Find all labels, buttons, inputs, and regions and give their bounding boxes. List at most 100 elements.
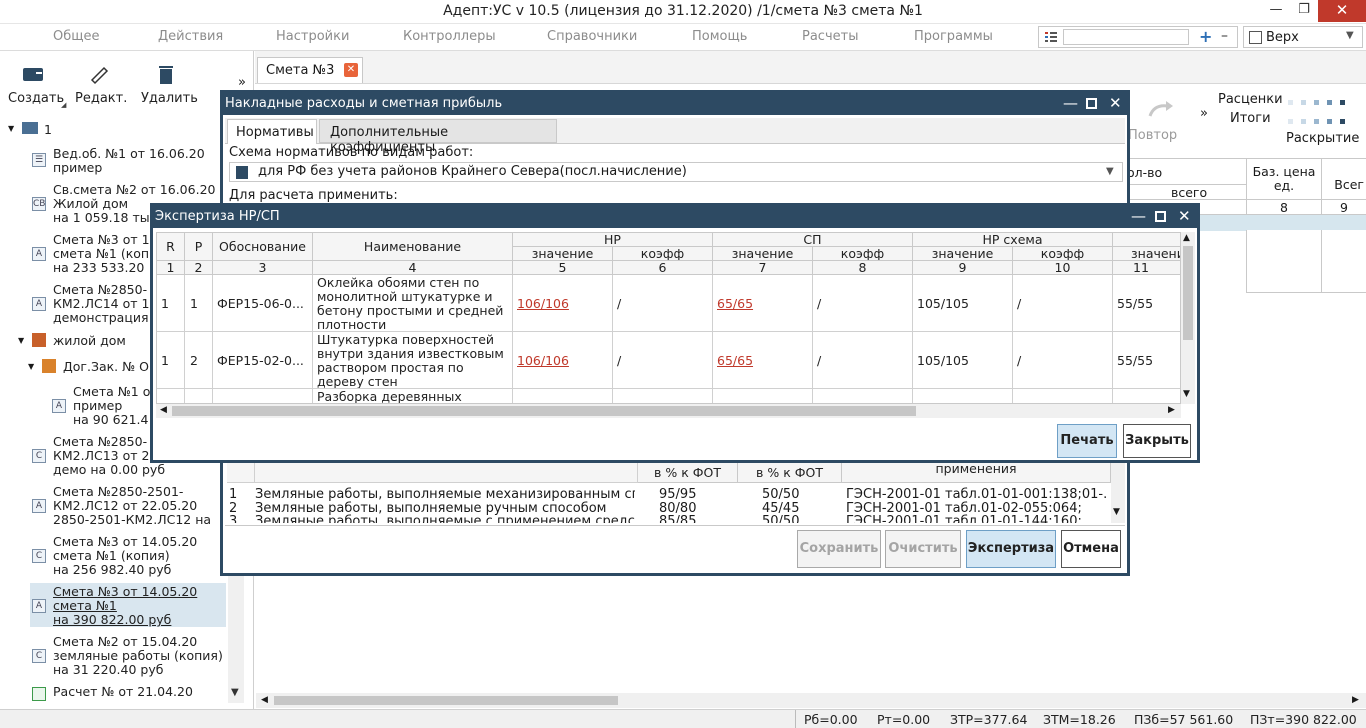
save-button[interactable]: Сохранить (797, 530, 881, 568)
list-icon (1044, 30, 1058, 44)
expand-arrow-icon[interactable]: ▼ (18, 336, 24, 345)
minimize-button[interactable]: — (1262, 2, 1290, 17)
scroll-right-arrow-icon[interactable]: ▶ (1352, 695, 1359, 705)
tree-item-selected[interactable]: Смета №3 от 14.05.20 смета №1 на 390 822.0… (53, 585, 197, 627)
tab-estimate[interactable]: Смета №3 ✕ (257, 57, 363, 83)
scheme-select-value: для РФ без учета районов Крайнего Севера… (258, 164, 687, 179)
clear-button[interactable]: Очистить (885, 530, 961, 568)
scroll-thumb[interactable] (1183, 246, 1193, 340)
dialog-maximize-button[interactable] (1086, 98, 1097, 109)
cancel-button[interactable]: Отмена (1061, 530, 1121, 568)
prices-label[interactable]: Расценки (1218, 92, 1283, 107)
scroll-thumb[interactable] (274, 696, 618, 705)
contract-icon (42, 359, 56, 373)
right-toolbar-more[interactable]: » (1200, 106, 1208, 121)
scroll-up-arrow-icon[interactable]: ▲ (1183, 233, 1190, 243)
tree-item[interactable]: Смета №1 о пример на 90 621.4 (73, 385, 150, 427)
calculation-icon (32, 687, 46, 701)
profit-value-link[interactable]: 65/65 (713, 332, 813, 389)
title-bar: Адепт:УС v 10.5 (лицензия до 31.12.2020)… (0, 0, 1366, 24)
tree-item[interactable]: Смета №2850- КМ2.ЛС13 от 2 демо на 0.00 ру… (53, 435, 165, 477)
tree-item-contract[interactable]: Дог.Зак. № О (63, 360, 149, 374)
menu-controllers[interactable]: Контроллеры (403, 29, 496, 44)
menu-calculations[interactable]: Расчеты (802, 29, 858, 44)
delete-button[interactable]: Удалить (141, 91, 198, 106)
dialog-minimize-button[interactable]: — (1063, 94, 1078, 112)
scroll-thumb[interactable] (172, 406, 916, 416)
menu-help[interactable]: Помощь (692, 29, 747, 44)
scroll-down-arrow-icon[interactable]: ▼ (231, 687, 239, 698)
scroll-left-arrow-icon[interactable]: ◀ (160, 405, 167, 415)
expertise-horizontal-scrollbar[interactable]: ◀ ▶ (156, 404, 1181, 418)
dialog-close-button[interactable]: ✕ (1178, 207, 1191, 225)
trash-icon (155, 63, 179, 85)
name-cell[interactable]: Разборка деревянных (313, 389, 513, 403)
expertise-vertical-scrollbar[interactable]: ▲ ▼ (1181, 232, 1195, 404)
basis-cell[interactable]: ФЕР15-02-0... (213, 332, 313, 389)
expertise-button[interactable]: Экспертиза (966, 530, 1056, 568)
col-apply: применения (842, 461, 1111, 483)
maximize-button[interactable]: ❐ (1290, 2, 1318, 17)
print-button[interactable]: Печать (1057, 424, 1117, 458)
tab-extra-coefficients[interactable]: Дополнительные коэффициенты (319, 119, 557, 155)
expertise-grid: R P Обоснование Наименование НР СП НР сх… (156, 232, 1181, 404)
name-cell[interactable]: Штукатурка поверхностей внутри здания из… (313, 332, 513, 389)
tree-item[interactable]: Смета №3 от 1 смета №1 (копи на 233 533.20 (53, 233, 157, 275)
chevron-down-icon: ▼ (1106, 166, 1114, 177)
search-remove-button[interactable]: – (1221, 28, 1228, 44)
scroll-down-arrow-icon[interactable]: ▼ (1113, 507, 1120, 517)
tree-item-building[interactable]: жилой дом (53, 334, 126, 348)
table-row[interactable]: Земляные работы, выполняемые механизиров… (255, 487, 635, 502)
tab-norms[interactable]: Нормативы (227, 119, 317, 144)
overhead-value-link[interactable]: 106/106 (513, 275, 613, 332)
edit-button[interactable]: Редакт. (75, 91, 127, 106)
dialog-maximize-button[interactable] (1155, 211, 1166, 222)
norms-scrollbar[interactable]: ▼ (1111, 461, 1125, 523)
name-cell[interactable]: Оклейка обоями стен по монолитной штукат… (313, 275, 513, 332)
tree-item[interactable]: Смета №2850- КМ2.ЛС14 от 1 демонстрация (53, 283, 149, 325)
search-input[interactable] (1063, 29, 1189, 45)
col-r: R (157, 233, 185, 261)
tree-item[interactable]: Смета №2 от 15.04.20 земляные работы (коп… (53, 635, 223, 677)
search-box: + – (1038, 26, 1238, 48)
scroll-down-arrow-icon[interactable]: ▼ (1183, 389, 1190, 399)
close-button[interactable]: Закрыть (1123, 424, 1191, 458)
menu-general[interactable]: Общее (53, 29, 100, 44)
dialog-minimize-button[interactable]: — (1131, 207, 1146, 225)
col-group-sp: СП (713, 233, 913, 247)
toolbar-more-button[interactable]: » (238, 75, 246, 90)
tab-close-icon[interactable]: ✕ (344, 63, 358, 77)
position-select[interactable]: Верх ▼ (1243, 26, 1363, 48)
tree-item[interactable]: Смета №2850-2501- КМ2.ЛС12 от 22.05.20 285… (53, 485, 211, 527)
expand-label[interactable]: Раскрытие (1286, 131, 1359, 146)
scroll-right-arrow-icon[interactable]: ▶ (1168, 405, 1175, 415)
window-close-button[interactable]: ✕ (1318, 0, 1366, 22)
main-horizontal-scrollbar[interactable]: ◀ ▶ (256, 693, 1366, 708)
expand-arrow-icon[interactable]: ▼ (8, 124, 14, 133)
col-group-nr: НР (513, 233, 713, 247)
create-button[interactable]: Создать (8, 91, 64, 106)
estimate-icon: A (32, 599, 46, 613)
overhead-value-link[interactable]: 106/106 (513, 332, 613, 389)
menu-actions[interactable]: Действия (158, 29, 223, 44)
basis-cell[interactable]: ФЕР15-06-0... (213, 275, 313, 332)
menu-references[interactable]: Справочники (547, 29, 637, 44)
chevron-down-icon: ▼ (1346, 30, 1354, 41)
expand-arrow-icon[interactable]: ▼ (28, 362, 34, 371)
tree-item[interactable]: Расчет № от 21.04.20 (53, 685, 193, 699)
scheme-select[interactable]: для РФ без учета районов Крайнего Севера… (229, 162, 1123, 182)
status-rb: Рб=0.00 (804, 712, 858, 727)
profit-value-link[interactable]: 65/65 (713, 275, 813, 332)
scroll-left-arrow-icon[interactable]: ◀ (261, 695, 268, 705)
dialog-close-button[interactable]: ✕ (1109, 94, 1122, 112)
menu-settings[interactable]: Настройки (276, 29, 349, 44)
table-row-partial[interactable]: 3 Земляные работы, выполняемые с примене… (225, 514, 1111, 523)
tree-item-root[interactable]: 1 (44, 123, 52, 137)
tree-item[interactable]: Вед.об. №1 от 16.06.20 пример (53, 147, 205, 175)
totals-label[interactable]: Итоги (1230, 111, 1271, 126)
search-add-button[interactable]: + (1199, 27, 1212, 46)
tree-item[interactable]: Смета №3 от 14.05.20 смета №1 (копия) на 2… (53, 535, 197, 577)
estimate-icon: A (52, 399, 66, 413)
redo-button[interactable]: Повтор (1128, 128, 1177, 143)
menu-programs[interactable]: Программы (914, 29, 993, 44)
